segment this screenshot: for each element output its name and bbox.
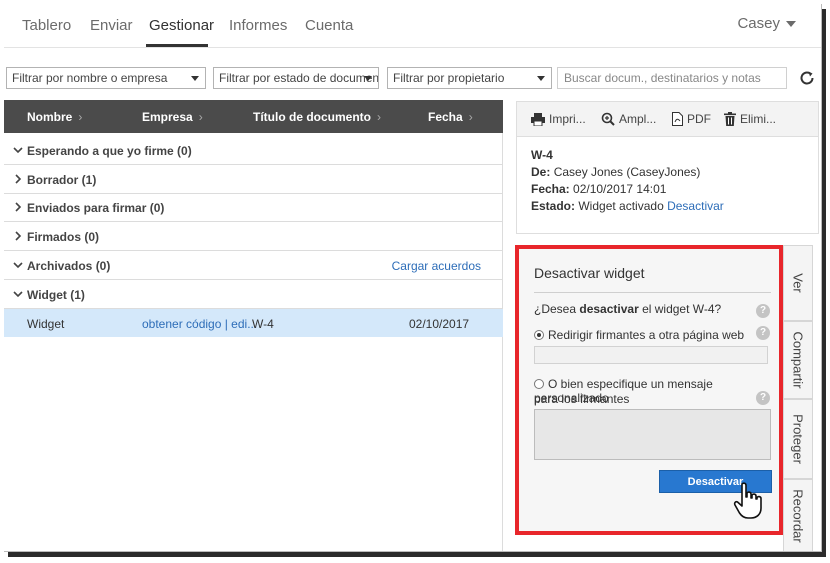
hand-cursor-icon [733,482,762,519]
panel-divider [534,292,771,293]
cargar-acuerdos-link[interactable]: Cargar acuerdos [392,259,481,273]
document-list: Nombre › Empresa › Título de documento › Fe… [4,100,503,551]
side-tab-ver[interactable]: Ver [783,245,813,321]
chevron-down-icon [786,21,796,28]
row-date: 02/10/2017 [409,317,470,331]
doc-title: W-4 [531,148,553,162]
dropdown-arrow-icon [364,76,372,81]
table-row[interactable]: Widget obtener código | edi... W-4 02/10… [4,309,503,337]
help-icon[interactable]: ? [756,391,770,405]
deactivate-question: ¿Desea desactivar el widget W-4? [534,302,722,316]
radio-redirect[interactable] [534,330,544,340]
deactivate-link[interactable]: Desactivar [667,199,724,213]
chevron-right-icon [15,231,22,241]
option-message-line2: para los firmantes [534,392,630,406]
tab-tablero[interactable]: Tablero [22,17,71,34]
tab-cuenta[interactable]: Cuenta [305,17,353,34]
list-header: Nombre › Empresa › Título de documento › Fe… [4,100,503,133]
group-widget[interactable]: Widget (1) [4,281,503,309]
doc-from: De: Casey Jones (CaseyJones) [531,165,701,179]
chevron-down-icon [13,262,23,269]
document-details: W-4 De: Casey Jones (CaseyJones) Fecha: … [516,137,819,234]
group-enviados[interactable]: Enviados para firmar (0) [4,194,503,222]
user-menu[interactable]: Casey [737,15,796,32]
zoom-icon [601,112,615,126]
column-titulo[interactable]: Título de documento › [253,110,381,124]
tab-informes[interactable]: Informes [229,17,287,34]
filter-name-company[interactable]: Filtrar por nombre o empresa [6,67,206,89]
custom-message-textarea[interactable] [534,409,771,460]
tab-enviar[interactable]: Enviar [90,17,133,34]
trash-icon [724,112,736,126]
chevron-right-icon [15,202,22,212]
column-nombre[interactable]: Nombre › [27,110,82,124]
printer-icon [531,113,545,127]
group-label: Widget (1) [27,288,85,302]
group-borrador[interactable]: Borrador (1) [4,166,503,194]
group-label: Enviados para firmar (0) [27,201,165,215]
filter-name-label: Filtrar por nombre o empresa [12,71,168,85]
app-window: Tablero Enviar Gestionar Informes Cuenta… [4,4,822,552]
doc-status: Estado: Widget activado Desactivar [531,199,724,213]
group-esperando[interactable]: Esperando a que yo firme (0) [4,137,503,165]
group-label: Esperando a que yo firme (0) [27,144,192,158]
dropdown-arrow-icon [191,76,199,81]
pdf-icon [672,112,683,126]
refresh-icon[interactable] [797,68,817,88]
filter-owner[interactable]: Filtrar por propietario [387,67,552,89]
help-icon[interactable]: ? [756,326,770,340]
row-title: W-4 [252,317,274,331]
column-empresa[interactable]: Empresa › [142,110,203,124]
group-label: Firmados (0) [27,230,100,244]
group-archivados[interactable]: Archivados (0) Cargar acuerdos [4,252,503,280]
filter-status[interactable]: Filtrar por estado de documen [213,67,379,89]
zoom-button[interactable]: Ampl... [601,112,656,126]
print-button[interactable]: Impri... [531,112,586,127]
user-name: Casey [737,15,780,32]
chevron-right-icon [15,174,22,184]
side-tab-recordar[interactable]: Recordar [783,479,813,551]
tab-gestionar[interactable]: Gestionar [149,17,214,34]
option-redirect[interactable]: Redirigir firmantes a otra página web [534,328,744,342]
side-tab-compartir[interactable]: Compartir [783,321,813,399]
detail-toolbar: Impri... Ampl... PDF Elimi... [516,101,819,137]
search-input[interactable] [557,67,787,89]
delete-button[interactable]: Elimi... [724,112,776,126]
row-name: Widget [27,317,65,331]
row-company-links[interactable]: obtener código | edi... [142,317,257,331]
group-firmados[interactable]: Firmados (0) [4,223,503,251]
dropdown-arrow-icon [537,76,545,81]
chevron-down-icon [13,291,23,298]
group-label: Borrador (1) [27,173,97,187]
radio-message[interactable] [534,379,544,389]
filter-status-label: Filtrar por estado de documen [219,71,379,85]
group-label: Archivados (0) [27,259,111,273]
pdf-button[interactable]: PDF [672,112,711,126]
redirect-url-input[interactable] [534,346,768,364]
filter-owner-label: Filtrar por propietario [393,71,505,85]
panel-title: Desactivar widget [534,265,645,281]
doc-date: Fecha: 02/10/2017 14:01 [531,182,667,196]
help-icon[interactable]: ? [756,304,770,318]
top-navigation: Tablero Enviar Gestionar Informes Cuenta… [4,4,821,48]
side-tab-proteger[interactable]: Proteger [783,399,813,479]
active-tab-indicator [146,44,208,47]
column-fecha[interactable]: Fecha › [428,110,473,124]
chevron-down-icon [13,147,23,154]
